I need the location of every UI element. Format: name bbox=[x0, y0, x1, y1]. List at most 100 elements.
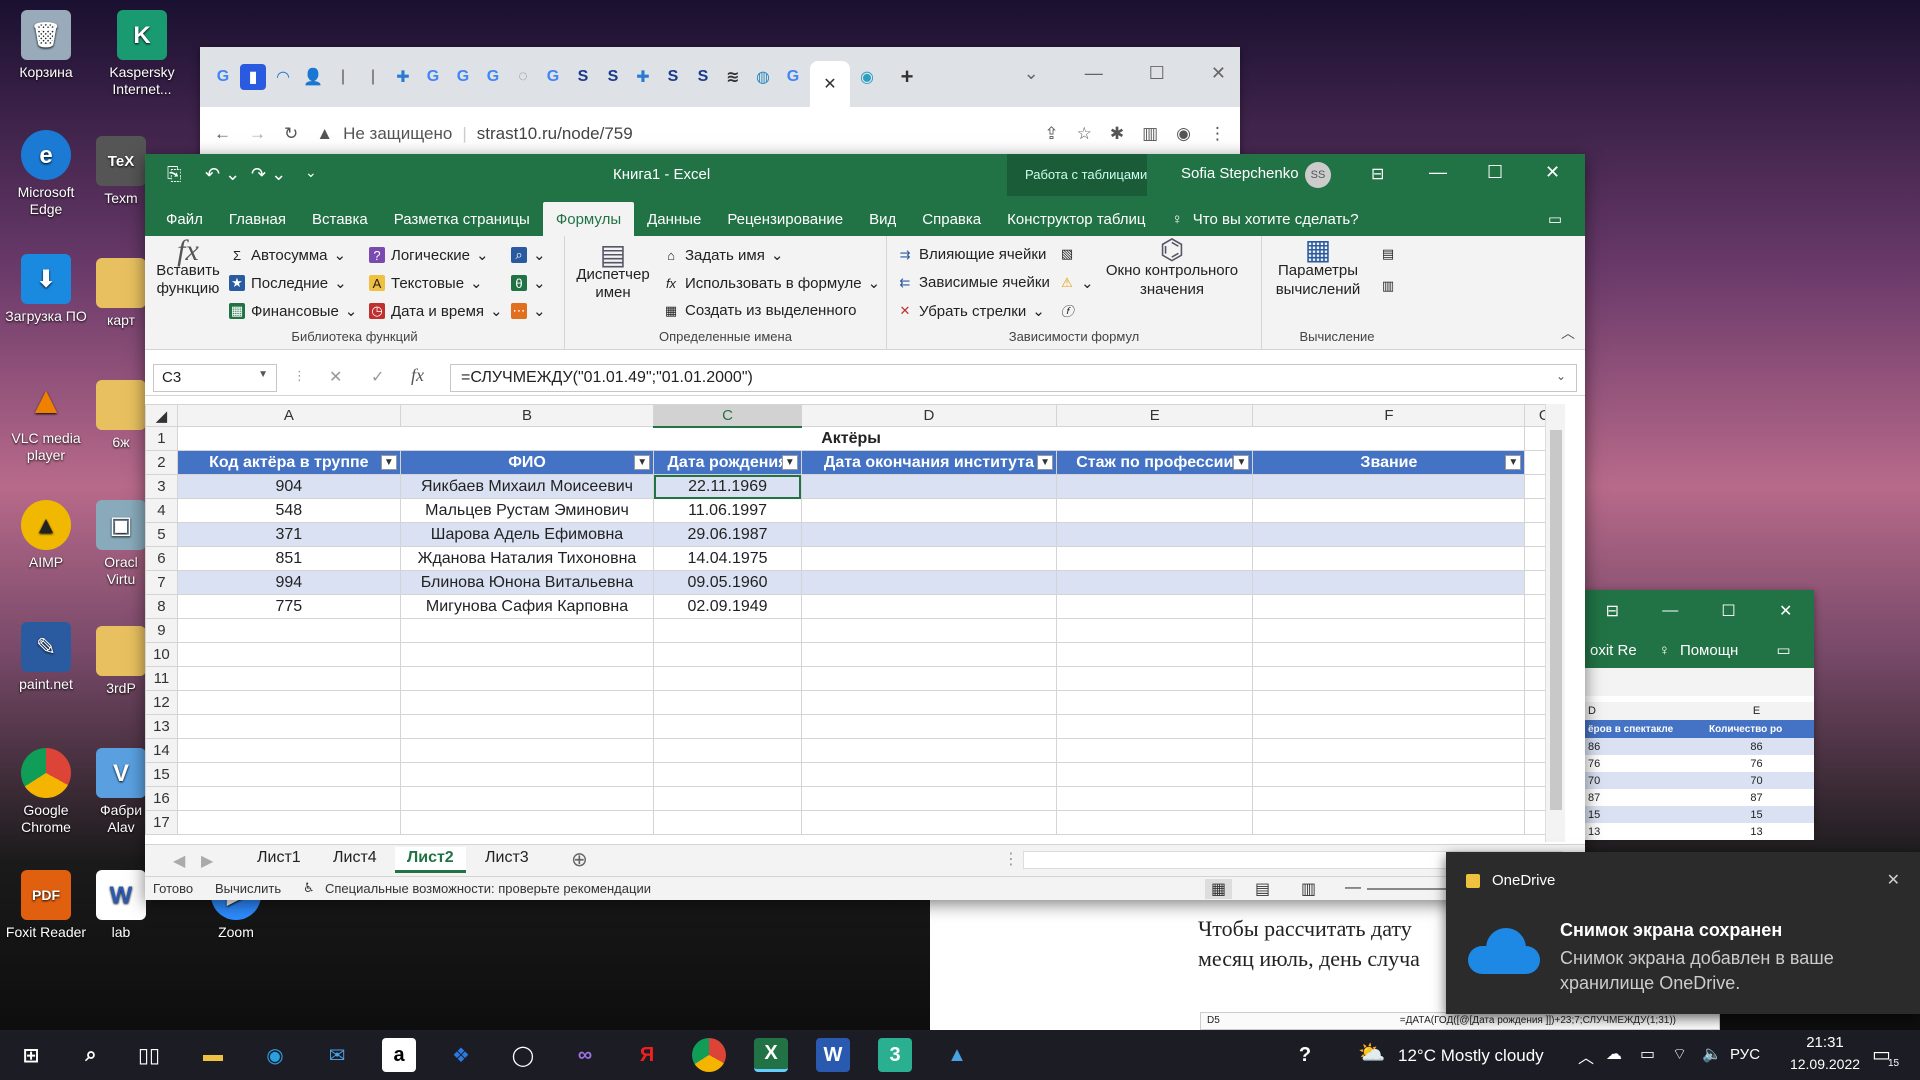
minimize-icon[interactable]: — bbox=[1085, 63, 1103, 84]
filter-dropdown-icon[interactable]: ▼ bbox=[1505, 455, 1522, 470]
reload-icon[interactable]: ↻ bbox=[284, 124, 298, 144]
table-row[interactable]: 13 bbox=[145, 714, 1565, 739]
col-header-c[interactable]: C bbox=[653, 404, 802, 428]
table-row[interactable]: 17 bbox=[145, 810, 1565, 835]
edge-icon[interactable]: ◉ bbox=[258, 1038, 292, 1072]
cell[interactable] bbox=[176, 642, 401, 667]
tab-close-icon[interactable]: ✕ bbox=[810, 61, 850, 107]
share-icon[interactable]: ⇪ bbox=[1044, 124, 1058, 144]
desktop-icon-file-6zh[interactable]: 6ж bbox=[96, 380, 146, 451]
tab-formulas[interactable]: Формулы bbox=[542, 202, 635, 236]
page-layout-view-icon[interactable]: ▤ bbox=[1255, 879, 1270, 899]
cell-code[interactable]: 548 bbox=[176, 498, 401, 523]
desktop-icon-aimp[interactable]: ▲ AIMP bbox=[0, 500, 92, 571]
cell-experience[interactable] bbox=[1056, 570, 1254, 595]
create-from-selection-button[interactable]: ▦ Создать из выделенного bbox=[663, 302, 857, 319]
cell[interactable] bbox=[176, 810, 401, 835]
autosave-icon[interactable]: ⎘ bbox=[167, 164, 181, 185]
start-icon[interactable]: ⊞ bbox=[14, 1038, 48, 1072]
tab-insert[interactable]: Вставка bbox=[299, 202, 381, 236]
evaluate-formula-button[interactable]: ⓕ bbox=[1059, 302, 1075, 319]
redo-icon[interactable]: ↷ ⌄ bbox=[251, 164, 286, 185]
cell[interactable] bbox=[1056, 642, 1254, 667]
weather-text[interactable]: 12°C Mostly cloudy bbox=[1398, 1046, 1544, 1066]
trace-dependents-button[interactable]: ⇇ Зависимые ячейки bbox=[897, 274, 1050, 291]
table-row[interactable]: 4 548 Мальцев Рустам Эминович 11.06.1997 bbox=[145, 498, 1565, 523]
sidepanel-icon[interactable]: ▥ bbox=[1142, 124, 1158, 144]
cell[interactable] bbox=[1252, 714, 1526, 739]
calc-now-button[interactable]: ▤ bbox=[1380, 246, 1396, 262]
filter-dropdown-icon[interactable]: ▼ bbox=[1233, 455, 1250, 470]
filter-dropdown-icon[interactable]: ▼ bbox=[781, 455, 798, 470]
cell-dob[interactable]: 14.04.1975 bbox=[653, 546, 802, 571]
comment-icon[interactable]: ▭ bbox=[1776, 641, 1790, 659]
desktop-icon-foxit[interactable]: PDF Foxit Reader bbox=[0, 870, 92, 941]
table-row[interactable]: 7 994 Блинова Юнона Витальевна 09.05.1960 bbox=[145, 570, 1565, 595]
mail-icon[interactable]: ✉ bbox=[320, 1038, 354, 1072]
cell[interactable] bbox=[399, 762, 655, 787]
cell[interactable] bbox=[399, 642, 655, 667]
cell-dob[interactable]: 02.09.1949 bbox=[653, 594, 802, 619]
cell-code[interactable]: 775 bbox=[176, 594, 401, 619]
desktop-icon-folder-kart[interactable]: карт bbox=[96, 258, 146, 329]
undo-icon[interactable]: ↶ ⌄ bbox=[205, 164, 240, 185]
table-row[interactable]: 11 bbox=[145, 666, 1565, 691]
name-box[interactable]: C3 ▼ bbox=[153, 364, 277, 392]
tell-me[interactable]: ♀ Что вы хотите сделать? bbox=[1159, 202, 1372, 236]
cell-experience[interactable] bbox=[1056, 522, 1254, 547]
bookmark-star-icon[interactable]: ☆ bbox=[1077, 124, 1092, 144]
filter-dropdown-icon[interactable]: ▼ bbox=[380, 455, 397, 470]
cell[interactable] bbox=[399, 714, 655, 739]
tab-splitter-icon[interactable]: ⋮ bbox=[1003, 849, 1019, 869]
tab-search-chevron-icon[interactable]: ⌄ bbox=[1024, 63, 1039, 84]
close-icon[interactable]: ✕ bbox=[1779, 601, 1792, 621]
weather-icon[interactable]: ⛅ bbox=[1358, 1040, 1385, 1066]
cell[interactable] bbox=[1252, 810, 1526, 835]
row-header[interactable]: 10 bbox=[145, 642, 178, 667]
volume-icon[interactable]: 🔈 bbox=[1702, 1044, 1722, 1064]
table-row[interactable]: 16 bbox=[145, 786, 1565, 811]
cell[interactable] bbox=[176, 666, 401, 691]
cell[interactable] bbox=[800, 618, 1058, 643]
tab-google-icon[interactable]: G bbox=[780, 64, 806, 90]
col-header-b[interactable]: B bbox=[399, 404, 655, 427]
table-row[interactable]: 15 bbox=[145, 762, 1565, 787]
tab-edge-icon[interactable]: ◠ bbox=[270, 64, 296, 90]
ribbon-display-icon[interactable]: ⊟ bbox=[1606, 601, 1619, 621]
help-icon[interactable]: ? bbox=[1288, 1038, 1322, 1072]
tab-home[interactable]: Главная bbox=[216, 202, 299, 236]
row-header[interactable]: 4 bbox=[145, 498, 178, 523]
cell[interactable] bbox=[399, 690, 655, 715]
cell[interactable] bbox=[176, 786, 401, 811]
sheet-tab-2[interactable]: Лист2 bbox=[395, 847, 466, 873]
tab-google-icon[interactable]: G bbox=[540, 64, 566, 90]
row-header[interactable]: 12 bbox=[145, 690, 178, 715]
cell-rank[interactable] bbox=[1252, 546, 1526, 571]
recent-button[interactable]: ★ Последние ⌄ bbox=[229, 274, 347, 292]
close-icon[interactable]: ✕ bbox=[1887, 870, 1900, 890]
normal-view-icon[interactable]: ▦ bbox=[1205, 879, 1233, 899]
header-dob[interactable]: Дата рождения ▼ bbox=[653, 450, 802, 475]
cell[interactable] bbox=[800, 810, 1058, 835]
excel2-help[interactable]: Помощн bbox=[1680, 642, 1738, 659]
excel2-tab[interactable]: oxit Re bbox=[1590, 642, 1637, 659]
desktop-icon-folder-3rdp[interactable]: 3rdP bbox=[96, 626, 146, 697]
header-grad-date[interactable]: Дата окончания института ▼ bbox=[800, 450, 1058, 475]
cell[interactable] bbox=[1056, 690, 1254, 715]
desktop-icon-lab[interactable]: Wlab bbox=[96, 870, 146, 941]
address-bar[interactable]: ▲ Не защищено | strast10.ru/node/759 bbox=[316, 124, 1026, 144]
cell[interactable] bbox=[176, 714, 401, 739]
cell[interactable] bbox=[800, 714, 1058, 739]
cell[interactable] bbox=[653, 642, 802, 667]
comments-icon[interactable]: ▭ bbox=[1535, 202, 1575, 236]
header-fio[interactable]: ФИО ▼ bbox=[399, 450, 655, 475]
select-all[interactable]: ◢ bbox=[145, 404, 178, 427]
back-icon[interactable]: ← bbox=[214, 124, 231, 144]
calc-sheet-button[interactable]: ▥ bbox=[1380, 278, 1396, 294]
worksheet-grid[interactable]: ◢ A B C D E F G 1 Актёры 2 Код актёра в … bbox=[145, 404, 1565, 842]
cell[interactable] bbox=[1056, 666, 1254, 691]
cell[interactable] bbox=[800, 786, 1058, 811]
cell[interactable] bbox=[1252, 642, 1526, 667]
cell-fio[interactable]: Шарова Адель Ефимовна bbox=[399, 522, 655, 547]
cell[interactable] bbox=[653, 810, 802, 835]
